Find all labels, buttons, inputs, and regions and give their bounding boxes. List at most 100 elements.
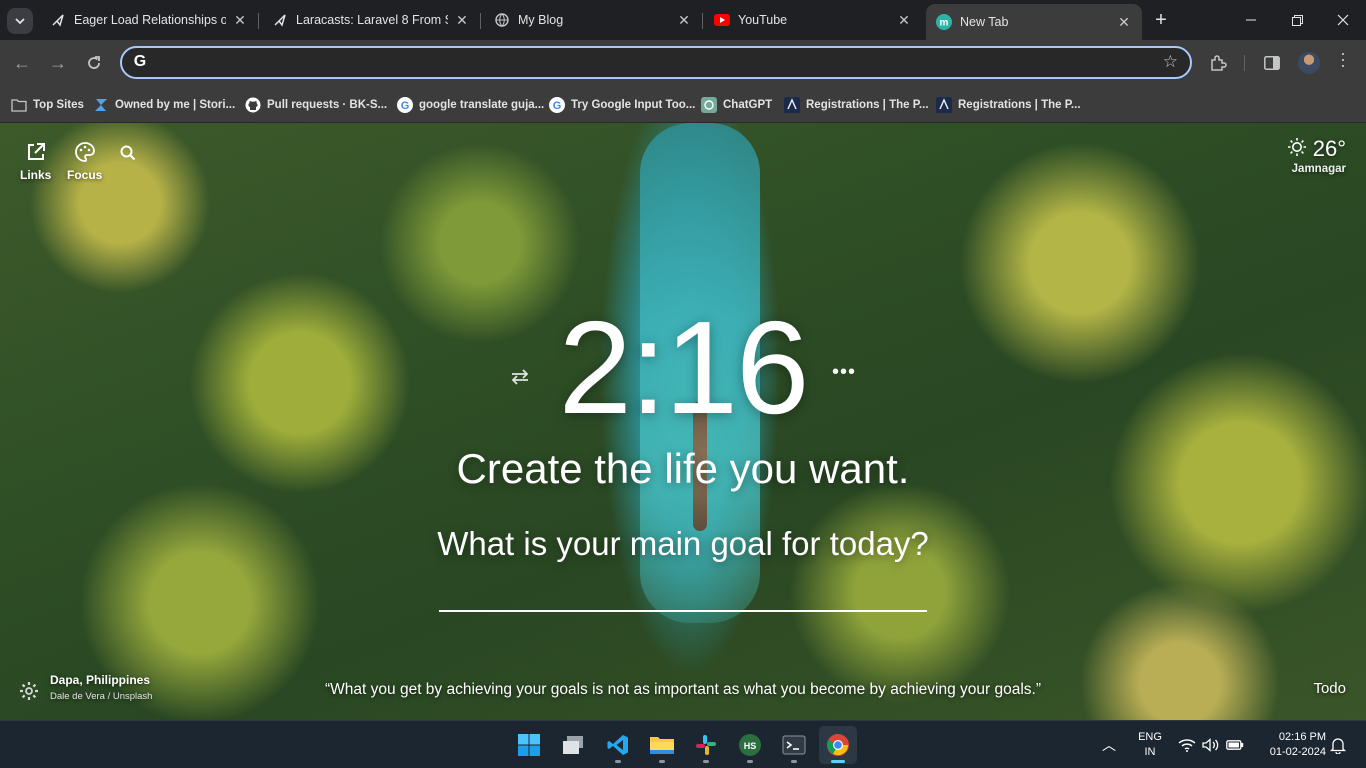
laracasts-icon xyxy=(50,12,66,28)
bookmark-top-sites[interactable]: Top Sites xyxy=(11,95,84,115)
running-indicator xyxy=(791,760,797,763)
tab-title: Laracasts: Laravel 8 From Scr xyxy=(296,13,448,27)
browser-menu-button[interactable]: · · · xyxy=(1338,44,1348,74)
close-icon[interactable]: ✕ xyxy=(896,12,912,28)
taskbar-file-explorer[interactable] xyxy=(643,726,681,764)
new-tab-button[interactable]: + xyxy=(1150,9,1172,31)
bookmark-storybook[interactable]: Owned by me | Stori... xyxy=(93,95,235,115)
taskbar-terminal[interactable] xyxy=(775,726,813,764)
close-icon[interactable]: ✕ xyxy=(454,12,470,28)
bookmark-google-translate[interactable]: G google translate guja... xyxy=(397,95,544,115)
bookmark-label: Try Google Input Too... xyxy=(571,99,696,111)
browser-toolbar: ← → G ☆ · · · xyxy=(0,40,1366,86)
search-button[interactable] xyxy=(116,141,140,169)
file-explorer-icon xyxy=(650,737,674,754)
running-indicator xyxy=(747,760,753,763)
taskbar-vscode[interactable] xyxy=(599,726,637,764)
restore-icon xyxy=(1291,14,1303,26)
tab-title: YouTube xyxy=(738,13,788,27)
address-bar[interactable]: G ☆ xyxy=(120,46,1192,79)
mantra-text: Create the life you want. xyxy=(456,445,910,492)
bookmark-registrations-2[interactable]: Registrations | The P... xyxy=(936,95,1081,115)
links-button[interactable]: Links xyxy=(20,140,51,182)
slack-icon xyxy=(696,735,716,755)
lang-line-1: ENG xyxy=(1138,731,1162,743)
site-icon xyxy=(936,97,952,113)
close-icon[interactable]: ✕ xyxy=(676,12,692,28)
reload-button[interactable] xyxy=(82,51,106,75)
bookmark-chatgpt[interactable]: ChatGPT xyxy=(701,95,772,115)
taskbar-chrome[interactable] xyxy=(819,726,857,764)
google-icon: G xyxy=(397,97,413,113)
tab-search-button[interactable] xyxy=(7,8,33,34)
svg-text:G: G xyxy=(401,100,410,112)
plus-icon: + xyxy=(1155,8,1167,31)
address-input[interactable] xyxy=(158,52,1158,74)
profile-avatar[interactable] xyxy=(1298,52,1320,74)
volume-icon[interactable] xyxy=(1202,736,1220,754)
notification-bell-icon[interactable] xyxy=(1329,736,1348,755)
tab-my-blog[interactable]: My Blog ✕ xyxy=(484,5,703,35)
bookmark-google-input-tools[interactable]: G Try Google Input Too... xyxy=(549,95,695,115)
minimize-button[interactable] xyxy=(1228,6,1274,34)
tab-laracasts[interactable]: Laracasts: Laravel 8 From Scr ✕ xyxy=(262,5,481,35)
more-horizontal-icon[interactable]: ••• xyxy=(832,361,856,384)
back-button[interactable]: ← xyxy=(10,51,34,75)
running-indicator xyxy=(831,760,845,763)
focus-question: What is your main goal for today? xyxy=(437,525,929,562)
tab-strip: Eager Load Relationships on ✕ Laracasts:… xyxy=(0,0,1366,40)
main-goal-input[interactable] xyxy=(439,570,927,612)
bookmark-registrations-1[interactable]: Registrations | The P... xyxy=(784,95,929,115)
toolbar-divider xyxy=(1244,55,1245,71)
clock-date[interactable]: 02:16 PM 01-02-2024 xyxy=(1256,730,1326,760)
focus-label: Focus xyxy=(67,168,103,182)
bookmark-label: Pull requests · BK-S... xyxy=(267,99,388,111)
minimize-icon xyxy=(1246,19,1256,21)
side-panel-button[interactable] xyxy=(1261,52,1283,74)
clock-time: 2:16 xyxy=(558,294,810,441)
external-link-icon xyxy=(24,140,48,164)
taskbar-slack[interactable] xyxy=(687,726,725,764)
running-indicator xyxy=(703,760,709,763)
taskbar-start[interactable] xyxy=(510,726,548,764)
taskbar-time: 02:16 PM xyxy=(1278,731,1326,743)
close-window-button[interactable] xyxy=(1320,6,1366,34)
taskbar-hubstaff[interactable]: HS xyxy=(731,726,769,764)
windows-taskbar: HS ︿ ENG IN 02:16 PM 01-02-2024 xyxy=(0,720,1366,768)
taskbar-task-view[interactable] xyxy=(554,726,592,764)
google-icon: G xyxy=(133,53,147,70)
bookmarks-bar: Top Sites Owned by me | Stori... Pull re… xyxy=(0,86,1366,123)
bookmark-pull-requests[interactable]: Pull requests · BK-S... xyxy=(245,95,387,115)
weather-widget[interactable]: 26° Jamnagar xyxy=(1287,136,1346,175)
forward-button[interactable]: → xyxy=(46,51,70,75)
tab-title: My Blog xyxy=(518,13,564,27)
search-icon xyxy=(116,141,140,165)
youtube-icon xyxy=(714,12,730,28)
arrow-right-icon: → xyxy=(49,52,67,73)
extensions-button[interactable] xyxy=(1207,52,1229,74)
reload-icon xyxy=(88,56,100,69)
tab-new-tab[interactable]: m New Tab ✕ xyxy=(926,4,1142,40)
terminal-icon xyxy=(782,735,806,755)
focus-button[interactable]: Focus xyxy=(67,140,102,182)
bookmark-star-icon[interactable]: ☆ xyxy=(1163,52,1178,72)
storybook-icon xyxy=(93,97,109,113)
sun-icon xyxy=(1287,137,1307,162)
close-icon[interactable]: ✕ xyxy=(232,12,248,28)
close-icon[interactable]: ✕ xyxy=(1116,14,1132,30)
tab-eager-load[interactable]: Eager Load Relationships on ✕ xyxy=(40,5,259,35)
lang-line-2: IN xyxy=(1144,746,1156,758)
restore-button[interactable] xyxy=(1274,6,1320,34)
battery-icon[interactable] xyxy=(1226,736,1244,754)
bookmark-label: Registrations | The P... xyxy=(806,99,929,111)
momentum-dashboard: Links Focus 26° Jamnagar 2:16 ••• Create… xyxy=(0,123,1366,720)
tab-youtube[interactable]: YouTube ✕ xyxy=(704,5,922,35)
input-language[interactable]: ENG IN xyxy=(1136,730,1164,760)
todo-button[interactable]: Todo xyxy=(1313,680,1346,697)
bookmark-label: Registrations | The P... xyxy=(958,99,1081,111)
wifi-icon[interactable] xyxy=(1178,736,1196,754)
windows-start-icon xyxy=(518,734,540,756)
clock-container: 2:16 ••• xyxy=(0,294,1366,441)
tray-chevron-up-icon[interactable]: ︿ xyxy=(1102,735,1116,755)
arrow-left-icon: ← xyxy=(13,52,31,73)
